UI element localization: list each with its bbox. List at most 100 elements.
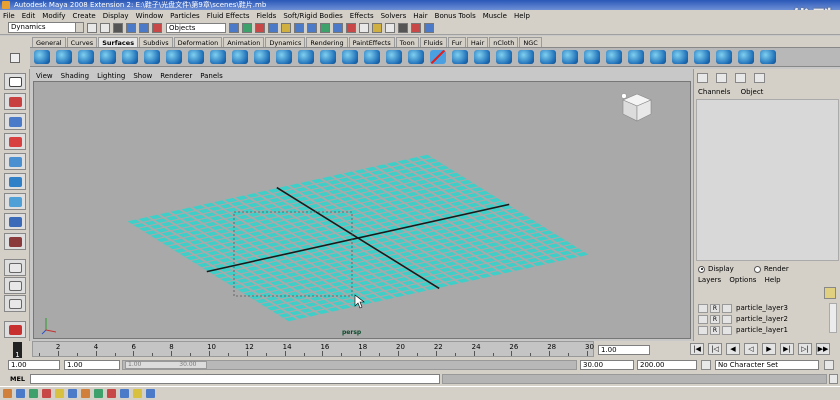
bevel-plus-icon[interactable] [386, 50, 402, 64]
paint-select-tool-icon[interactable] [4, 113, 26, 130]
menu-muscle[interactable]: Muscle [483, 12, 507, 20]
step-forward-icon[interactable]: ▶| [780, 343, 794, 355]
layer-row[interactable]: Rparticle_layer1 [698, 325, 828, 335]
shelf-menu-arrow-icon[interactable] [10, 53, 20, 63]
go-to-start-icon[interactable]: |◀ [690, 343, 704, 355]
planar-icon[interactable] [254, 50, 270, 64]
menu-display[interactable]: Display [103, 12, 129, 20]
layer-color-swatch[interactable] [722, 314, 732, 324]
project-curve-icon[interactable] [408, 50, 424, 64]
viewport-menu-lighting[interactable]: Lighting [97, 72, 125, 80]
birail-icon[interactable] [298, 50, 314, 64]
stitch-icon[interactable] [760, 50, 776, 64]
menu-help[interactable]: Help [514, 12, 530, 20]
nurbs-cone-icon[interactable] [100, 50, 116, 64]
menu-mode-select[interactable]: Dynamics [8, 22, 84, 33]
layers-menu[interactable]: Layers [698, 276, 721, 284]
menu-soft-rigid-bodies[interactable]: Soft/Rigid Bodies [283, 12, 342, 20]
menu-modify[interactable]: Modify [42, 12, 65, 20]
shelf-tab-hair[interactable]: Hair [466, 37, 489, 47]
attribute-editor-toggle-icon[interactable] [716, 73, 727, 83]
magnet-icon[interactable] [411, 22, 421, 33]
align-icon[interactable] [562, 50, 578, 64]
shelf-tab-rendering[interactable]: Rendering [306, 37, 348, 47]
rebuild-icon[interactable] [672, 50, 688, 64]
rotate-tool-icon[interactable] [4, 153, 26, 170]
move-tool-icon[interactable] [4, 133, 26, 150]
network-icon[interactable] [120, 389, 129, 398]
display-radio[interactable] [698, 265, 705, 273]
save-scene-icon[interactable] [113, 22, 123, 33]
layout-single-icon[interactable] [4, 259, 26, 276]
snap-grid-icon[interactable] [229, 22, 239, 33]
bevel-icon[interactable] [364, 50, 380, 64]
command-input[interactable] [30, 374, 440, 384]
camera-icon[interactable] [398, 22, 408, 33]
nurbs-torus-icon[interactable] [144, 50, 160, 64]
menu-window[interactable]: Window [136, 12, 164, 20]
play-backward-icon[interactable]: ◁ [744, 343, 758, 355]
extrude-icon[interactable] [276, 50, 292, 64]
revolve-icon[interactable] [210, 50, 226, 64]
channel-box-toggle-icon[interactable] [697, 73, 708, 83]
nurbs-sphere-icon[interactable] [34, 50, 50, 64]
shelf-tab-dynamics[interactable]: Dynamics [265, 37, 306, 47]
options-menu[interactable]: Options [729, 276, 756, 284]
shelf-tab-toon[interactable]: Toon [395, 37, 419, 47]
layer-editor-toggle-icon[interactable] [754, 73, 765, 83]
soft-mod-tool-icon[interactable] [4, 213, 26, 230]
output-ops-icon[interactable] [320, 22, 330, 33]
shelf-tab-subdivs[interactable]: Subdivs [139, 37, 173, 47]
menu-effects[interactable]: Effects [350, 12, 374, 20]
playback-start-field[interactable]: 1.00 [64, 360, 120, 370]
open-scene-icon[interactable] [100, 22, 110, 33]
select-object-icon[interactable] [139, 22, 149, 33]
auto-key-icon[interactable] [824, 360, 834, 370]
snap-view-plane-icon[interactable] [268, 22, 278, 33]
viewport-menu-panels[interactable]: Panels [200, 72, 223, 80]
animation-start-field[interactable]: 1.00 [8, 360, 60, 370]
character-set-icon[interactable] [701, 360, 711, 370]
nurbs-square-icon[interactable] [188, 50, 204, 64]
offset-icon[interactable] [650, 50, 666, 64]
viewport-menu-view[interactable]: View [36, 72, 53, 80]
select-hierarchy-icon[interactable] [126, 22, 136, 33]
animation-end-field[interactable]: 200.00 [637, 360, 697, 370]
perspective-viewport[interactable]: persp [33, 81, 691, 339]
start-icon[interactable] [3, 389, 12, 398]
shelf-tab-fur[interactable]: Fur [447, 37, 466, 47]
shelf-tab-painteffects[interactable]: PaintEffects [348, 37, 395, 47]
shelf-tab-deformation[interactable]: Deformation [173, 37, 223, 47]
current-time-marker[interactable]: 1 [13, 342, 22, 359]
shelf-tab-surfaces[interactable]: Surfaces [98, 37, 139, 47]
boundary-icon[interactable] [320, 50, 336, 64]
menu-particles[interactable]: Particles [170, 12, 200, 20]
layout-two-icon[interactable] [4, 295, 26, 312]
object-menu[interactable]: Object [741, 88, 764, 96]
view-cube[interactable] [620, 90, 654, 124]
browser-icon[interactable] [16, 389, 25, 398]
shelf-tab-ngc[interactable]: NGC [519, 37, 542, 47]
layer-visibility-toggle[interactable] [698, 314, 708, 324]
square-surface-icon[interactable] [342, 50, 358, 64]
maya-task-icon[interactable] [68, 389, 77, 398]
untrim-icon[interactable] [474, 50, 490, 64]
step-forward-key-icon[interactable]: ▷| [798, 343, 812, 355]
booleans-icon[interactable] [496, 50, 512, 64]
intersect-icon[interactable] [430, 50, 446, 64]
input-ops-icon[interactable] [307, 22, 317, 33]
antivirus-icon[interactable] [107, 389, 116, 398]
command-language-label[interactable]: MEL [10, 375, 25, 383]
layer-reference-toggle[interactable]: R [710, 303, 720, 313]
viewport-menu-show[interactable]: Show [133, 72, 152, 80]
settings-icon[interactable] [146, 389, 155, 398]
layer-reference-toggle[interactable]: R [710, 325, 720, 335]
shelf-tab-curves[interactable]: Curves [66, 37, 98, 47]
menu-solvers[interactable]: Solvers [381, 12, 407, 20]
viewport-menu-renderer[interactable]: Renderer [160, 72, 192, 80]
current-frame-field[interactable]: 1.00 [598, 345, 650, 355]
render-settings-icon[interactable] [359, 22, 369, 33]
shelf-tab-animation[interactable]: Animation [223, 37, 265, 47]
layer-row[interactable]: Rparticle_layer2 [698, 314, 828, 324]
layer-reference-toggle[interactable]: R [710, 314, 720, 324]
